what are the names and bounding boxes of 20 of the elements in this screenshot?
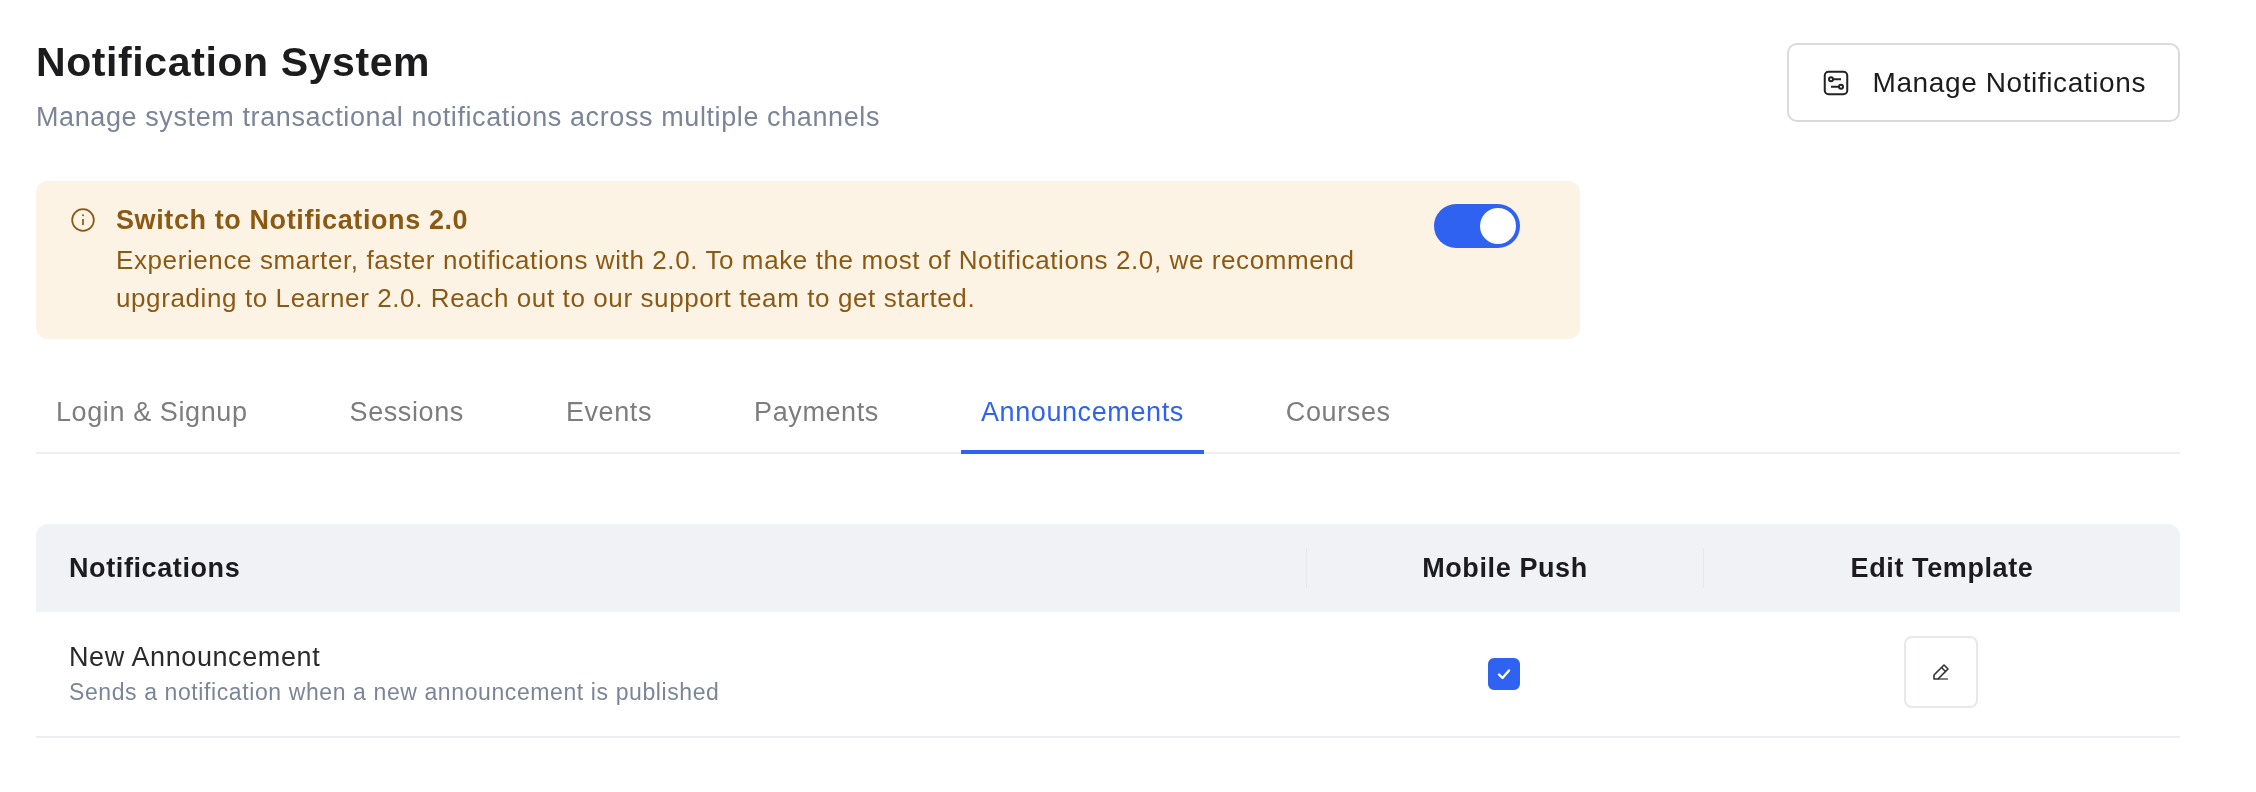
banner-message: Experience smarter, faster notifications with 2.0. To make the most of Notifications 2.0, we recommend upgrading to Learner 2.0. Reach out to our support team to get started. [116,244,1356,315]
column-header: Mobile Push [1306,548,1704,588]
banner-title: Switch to Notifications 2.0 [116,204,470,237]
page-title: Notification System [36,38,432,86]
checkbox[interactable] [1488,658,1520,690]
manage-notifications-button[interactable]: Manage Notifications [1786,43,2180,122]
notification-name: New Announcement [69,642,322,673]
info-icon [70,207,96,233]
toggle-switch[interactable] [1434,204,1520,248]
tab[interactable]: Payments [734,389,899,454]
tab[interactable]: Sessions [329,389,484,454]
tab[interactable]: Announcements [960,389,1204,454]
column-header: Notifications [68,552,242,584]
page-subtitle: Manage system transactional notifications across multiple channels [36,102,880,133]
tab[interactable]: Events [545,389,673,454]
edit-template-button[interactable] [1904,636,1978,708]
tab[interactable]: Courses [1265,389,1411,454]
tab[interactable]: Login & Signup [36,389,268,454]
column-header: Edit Template [1849,552,2035,584]
notification-description: Sends a notification when a new announcement is published [69,679,721,706]
